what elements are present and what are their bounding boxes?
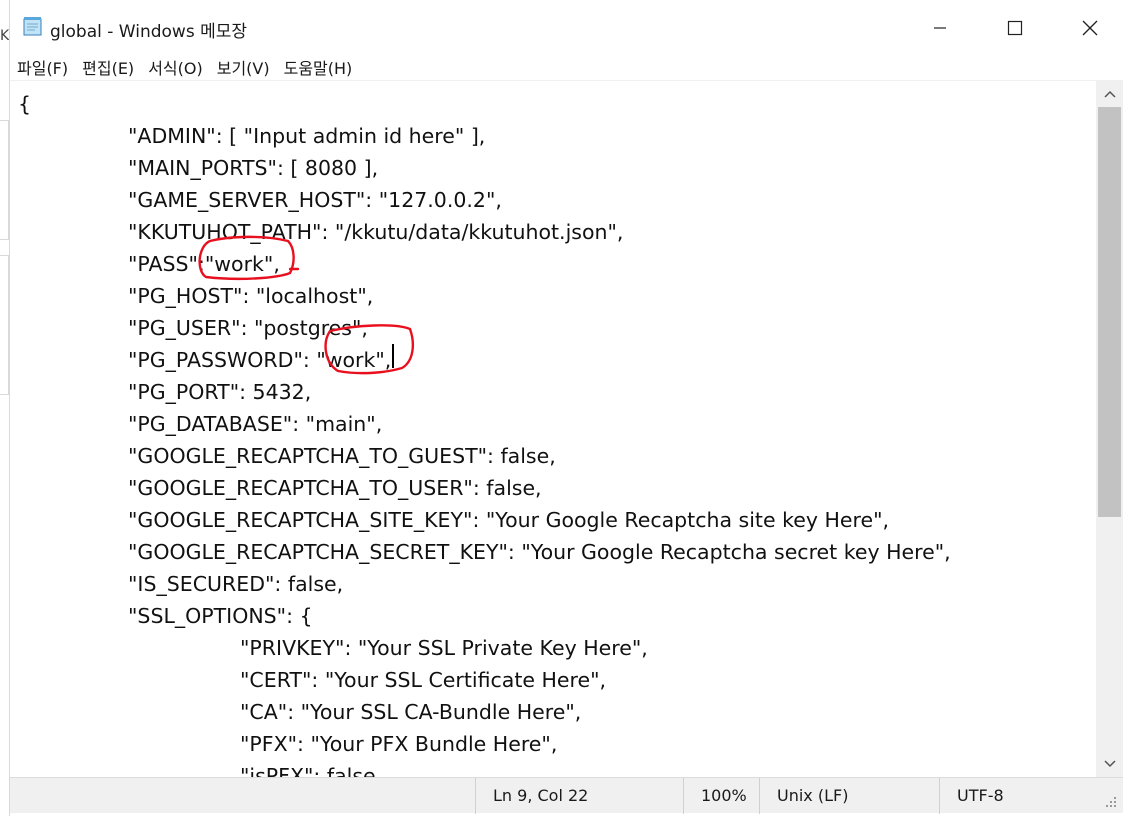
close-button[interactable] [1055,0,1125,56]
status-zoom: 100% [683,778,759,814]
menu-format[interactable]: 서식(O) [141,55,210,79]
scroll-up-button[interactable] [1096,80,1123,107]
scroll-down-button[interactable] [1096,750,1123,777]
editor-line[interactable]: "GOOGLE_RECAPTCHA_SECRET_KEY": "Your Goo… [18,536,951,568]
text-caret [392,344,394,368]
background-window-panel [0,255,9,395]
maximize-icon [1007,20,1023,36]
background-window-glyph: K [0,28,9,44]
editor-line[interactable]: "PASS":"work", [18,248,951,280]
editor-line[interactable]: "GAME_SERVER_HOST": "127.0.0.2", [18,184,951,216]
editor-line[interactable]: "PG_HOST": "localhost", [18,280,951,312]
editor-line[interactable]: "SSL_OPTIONS": { [18,600,951,632]
menu-edit[interactable]: 편집(E) [75,55,141,79]
editor-line[interactable]: "IS_SECURED": false, [18,568,951,600]
editor-line[interactable]: "KKUTUHOT_PATH": "/kkutu/data/kkutuhot.j… [18,216,951,248]
editor-line[interactable]: "PFX": "Your PFX Bundle Here", [18,728,951,760]
editor-content[interactable]: {"ADMIN": [ "Input admin id here" ], "MAI… [18,88,951,777]
chevron-down-icon [1103,759,1116,767]
editor-line[interactable]: "GOOGLE_RECAPTCHA_SITE_KEY": "Your Googl… [18,504,951,536]
editor-line[interactable]: "PRIVKEY": "Your SSL Private Key Here", [18,632,951,664]
text-editor[interactable]: {"ADMIN": [ "Input admin id here" ], "MAI… [10,80,1096,777]
minimize-icon [934,27,946,29]
maximize-button[interactable] [980,0,1050,56]
editor-line[interactable]: "GOOGLE_RECAPTCHA_TO_GUEST": false, [18,440,951,472]
menu-view[interactable]: 보기(V) [210,55,277,79]
background-window-panel [0,120,9,240]
editor-line[interactable]: "CERT": "Your SSL Certificate Here", [18,664,951,696]
editor-line[interactable]: "PG_DATABASE": "main", [18,408,951,440]
menu-help[interactable]: 도움말(H) [277,55,360,79]
chevron-up-icon [1103,90,1116,98]
status-bar: Ln 9, Col 22 100% Unix (LF) UTF-8 [10,777,1123,814]
notepad-window: K global - Windows 메모장 파일(F) 편집(E) 서식(O)… [0,0,1129,816]
window-title: global - Windows 메모장 [50,22,247,42]
status-encoding: UTF-8 [939,778,1099,814]
window-edge [1123,80,1129,816]
notepad-icon [23,17,42,36]
editor-line[interactable]: "CA": "Your SSL CA-Bundle Here", [18,696,951,728]
menu-file[interactable]: 파일(F) [10,55,75,79]
title-bar[interactable]: global - Windows 메모장 [10,0,1129,56]
background-window-edge: K [0,0,10,816]
editor-line[interactable]: "PG_USER": "postgres", [18,312,951,344]
editor-line[interactable]: "PG_PASSWORD": "work", [18,344,951,376]
editor-line[interactable]: "GOOGLE_RECAPTCHA_TO_USER": false, [18,472,951,504]
editor-line[interactable]: { [18,88,951,120]
editor-line[interactable]: "isPFX": false [18,760,951,777]
status-line-ending: Unix (LF) [759,778,939,814]
editor-line[interactable]: "ADMIN": [ "Input admin id here" ], [18,120,951,152]
editor-line[interactable]: "MAIN_PORTS": [ 8080 ], [18,152,951,184]
menu-bar: 파일(F) 편집(E) 서식(O) 보기(V) 도움말(H) [10,54,1129,80]
editor-line[interactable]: "PG_PORT": 5432, [18,376,951,408]
status-cursor-position: Ln 9, Col 22 [475,778,683,814]
close-icon [1082,20,1098,36]
resize-grip-icon[interactable] [1105,796,1117,808]
vertical-scrollbar[interactable] [1096,80,1123,777]
minimize-button[interactable] [905,0,975,56]
scroll-thumb[interactable] [1098,107,1121,517]
